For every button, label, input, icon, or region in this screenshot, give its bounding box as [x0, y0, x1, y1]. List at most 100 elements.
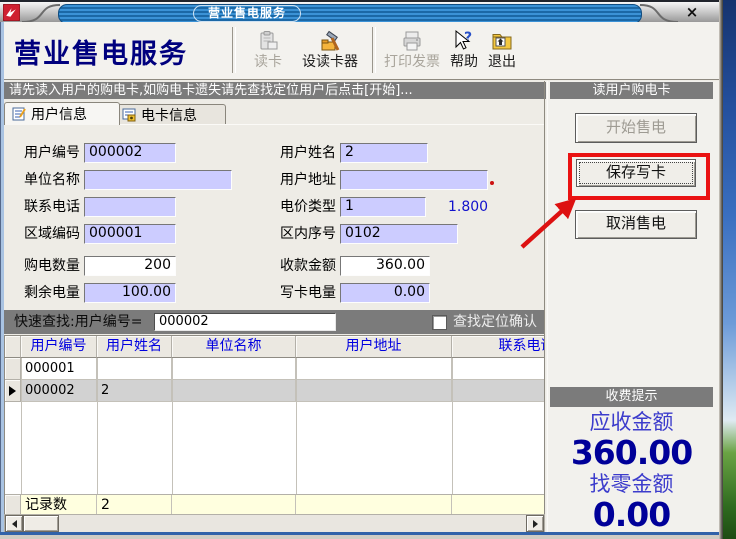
close-button[interactable]: × — [682, 4, 702, 22]
scroll-right-icon — [533, 520, 538, 528]
price-type-field[interactable]: 1 — [340, 197, 426, 217]
print-invoice-button[interactable]: 打印发票 — [380, 29, 444, 75]
tab-user-info-label: 用户信息 — [31, 104, 87, 124]
fee-panel: 应收金额 360.00 找零金额 0.00 — [547, 409, 716, 533]
grid-line — [172, 358, 173, 494]
footer-cell — [452, 495, 545, 516]
current-row-arrow-icon — [9, 386, 16, 396]
window-bottom-edge — [0, 535, 723, 539]
prompt-bar: 请先读入用户的购电卡,如购电卡遗失请先查找定位用户后点击[开始]... — [4, 82, 549, 99]
user-id-field[interactable]: 000002 — [84, 143, 176, 163]
col-user-id[interactable]: 用户编号 — [21, 336, 97, 358]
app-title: 营业售电服务 — [14, 32, 188, 71]
tab-card-info[interactable]: 电卡信息 — [114, 104, 226, 125]
amount-label: 收款金额 — [278, 256, 336, 276]
remaining-power-label: 剩余电量 — [8, 283, 80, 303]
amount-field[interactable]: 360.00 — [340, 256, 430, 276]
help-cursor-icon: ? — [452, 29, 476, 53]
table-row[interactable]: 000001 — [5, 358, 545, 380]
scroll-left-button[interactable] — [5, 515, 23, 532]
card-power-label: 写卡电量 — [278, 283, 336, 303]
remaining-power-field[interactable]: 100.00 — [84, 283, 176, 303]
toolbar: 营业售电服务 读卡 设读卡器 — [0, 22, 723, 79]
purchase-qty-field[interactable]: 200 — [84, 256, 176, 276]
quick-search-input[interactable]: 000002 — [154, 313, 336, 331]
help-label: 帮助 — [450, 53, 478, 71]
table-header-row: 用户编号 用户姓名 单位名称 用户地址 联系电话 — [5, 336, 545, 358]
locate-confirm-checkbox[interactable] — [432, 315, 447, 330]
desktop-wallpaper-strip — [723, 0, 736, 539]
col-address[interactable]: 用户地址 — [296, 336, 452, 358]
user-name-label: 用户姓名 — [278, 143, 336, 163]
serial-no-field[interactable]: 0102 — [340, 224, 458, 244]
user-name-field[interactable]: 2 — [340, 143, 428, 163]
quick-search-label: 快速查找:用户编号= — [14, 313, 142, 331]
exit-label: 退出 — [488, 53, 516, 71]
change-label: 找零金额 — [547, 471, 716, 497]
user-table: 用户编号 用户姓名 单位名称 用户地址 联系电话 000001 000002 2 — [4, 335, 545, 516]
grid-line — [452, 358, 453, 494]
exit-folder-icon — [490, 29, 514, 53]
cell-user-id: 000001 — [21, 358, 97, 380]
row-marker-current — [5, 380, 21, 402]
save-write-card-button[interactable]: 保存写卡 — [576, 159, 696, 187]
col-company[interactable]: 单位名称 — [172, 336, 296, 358]
cell-company — [172, 358, 296, 380]
region-code-label: 区域编码 — [8, 224, 80, 244]
purchase-qty-label: 购电数量 — [8, 256, 80, 276]
cell-address — [296, 380, 452, 402]
scroll-right-button[interactable] — [526, 515, 544, 532]
row-marker — [5, 358, 21, 380]
grid-line — [97, 358, 98, 494]
titlebar-swoosh — [0, 2, 723, 24]
read-card-button[interactable]: 读卡 — [240, 29, 296, 75]
set-reader-button[interactable]: 设读卡器 — [292, 29, 368, 75]
tab-user-info[interactable]: 用户信息 — [4, 102, 120, 125]
card-info-icon — [121, 107, 137, 123]
cell-user-name: 2 — [97, 380, 172, 402]
table-row-selected[interactable]: 000002 2 — [5, 380, 545, 402]
col-phone[interactable]: 联系电话 — [452, 336, 545, 358]
arrow-annotation — [505, 192, 590, 256]
receivable-value: 360.00 — [547, 435, 716, 471]
help-button[interactable]: ? 帮助 — [446, 29, 482, 75]
print-invoice-label: 打印发票 — [384, 53, 440, 71]
window-title: 营业售电服务 — [193, 5, 301, 22]
start-sale-button[interactable]: 开始售电 — [575, 113, 697, 143]
serial-no-label: 区内序号 — [278, 224, 336, 244]
toolbar-separator — [372, 27, 376, 73]
cell-phone — [452, 380, 545, 402]
footer-marker — [5, 495, 21, 515]
screen: 营业售电服务 × 营业售电服务 读卡 — [0, 0, 736, 539]
read-card-label: 读卡 — [254, 53, 282, 71]
user-id-label: 用户编号 — [8, 143, 80, 163]
grid-line — [296, 358, 297, 494]
phone-field[interactable] — [84, 197, 176, 217]
horizontal-scrollbar[interactable] — [4, 514, 545, 533]
window-left-border — [0, 22, 4, 533]
window-right-border — [719, 0, 723, 539]
company-field[interactable] — [84, 170, 232, 190]
scroll-left-icon — [12, 520, 17, 528]
footer-cell — [172, 495, 296, 516]
scrollbar-thumb[interactable] — [23, 515, 59, 532]
cell-user-name — [97, 358, 172, 380]
cell-user-id: 000002 — [21, 380, 97, 402]
table-footer-row: 记录数 2 — [5, 494, 545, 516]
receivable-label: 应收金额 — [547, 409, 716, 435]
record-count-label: 记录数 — [21, 495, 97, 516]
col-user-name[interactable]: 用户姓名 — [97, 336, 172, 358]
cancel-sale-button[interactable]: 取消售电 — [575, 210, 697, 239]
set-reader-label: 设读卡器 — [302, 53, 358, 71]
quick-search-bar: 快速查找:用户编号= 000002 查找定位确认 — [4, 310, 544, 334]
change-value: 0.00 — [547, 497, 716, 533]
card-power-field[interactable]: 0.00 — [340, 283, 430, 303]
printer-icon — [400, 29, 424, 53]
address-field[interactable] — [340, 170, 488, 190]
region-code-field[interactable]: 000001 — [84, 224, 176, 244]
cell-company — [172, 380, 296, 402]
row-marker-header — [5, 336, 21, 358]
app-window: 营业售电服务 × 营业售电服务 读卡 — [0, 0, 723, 539]
card-reader-icon — [256, 29, 280, 53]
exit-button[interactable]: 退出 — [484, 29, 520, 75]
